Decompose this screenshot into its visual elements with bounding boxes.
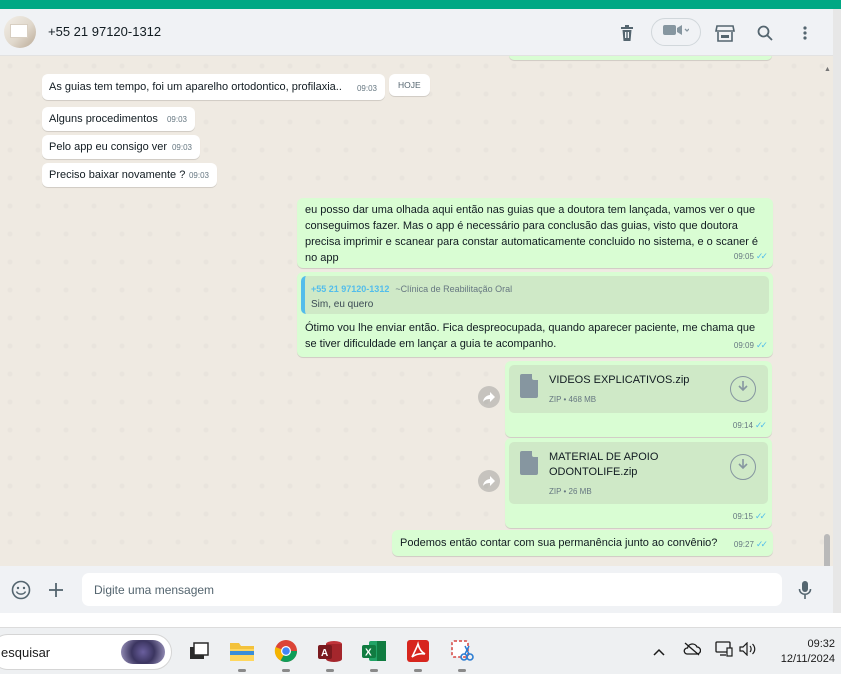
contact-name[interactable]: +55 21 97120-1312 [48,24,161,39]
whatsapp-app: +55 21 97120-1312 As guias tem tempo, fo… [0,9,833,613]
document-icon [520,374,538,398]
message-bubble-incoming[interactable]: As guias tem tempo, foi um aparelho orto… [42,74,385,100]
acrobat-pdf-icon[interactable] [405,638,431,672]
file-name: VIDEOS EXPLICATIVOS.zip [549,374,690,386]
message-bubble-outgoing-partial [509,56,772,60]
search-icon[interactable] [755,23,775,43]
message-time: 09:03 [188,171,209,180]
access-icon[interactable]: A [317,638,343,672]
window-accent-bar [0,0,841,9]
message-composer [0,566,833,613]
chrome-icon[interactable] [273,638,299,672]
message-text: Pelo app eu consigo ver [49,141,168,153]
svg-text:A: A [321,648,328,659]
clock-date: 12/11/2024 [780,653,835,665]
message-input[interactable] [82,573,782,606]
message-text: Ótimo vou lhe enviar então. Fica despreo… [305,322,756,350]
message-bubble-incoming[interactable]: Alguns procedimentos 09:03 [42,107,195,131]
taskbar-search-box[interactable]: esquisar [0,634,172,670]
trash-icon[interactable] [617,23,637,43]
file-meta: ZIP • 468 MB [549,395,597,404]
file-message-bubble[interactable]: VIDEOS EXPLICATIVOS.zip ZIP • 468 MB 09:… [505,361,772,437]
read-ticks-icon: ✓✓ [754,420,767,430]
onedrive-offline-icon[interactable] [683,642,702,659]
clock-time: 09:32 [807,638,835,650]
windows-taskbar: esquisar A X 09:32 12/11/2024 [0,627,841,674]
quoted-sender: +55 21 97120-1312 ~Clínica de Reabilitaçã… [311,284,513,294]
message-time: 09:15 ✓✓ [732,511,767,521]
message-time: 09:05 ✓✓ [733,251,768,261]
message-bubble-outgoing-reply[interactable]: +55 21 97120-1312 ~Clínica de Reabilitaçã… [297,272,773,357]
message-text: Alguns procedimentos [49,113,158,125]
read-ticks-icon: ✓✓ [754,511,767,521]
taskbar-search-text: esquisar [1,645,51,660]
contact-avatar[interactable] [4,16,36,48]
emoji-icon[interactable] [10,579,32,601]
message-text: Preciso baixar novamente ? [49,169,186,181]
tray-chevron-up-icon[interactable] [653,644,665,659]
download-button[interactable] [730,376,756,402]
message-list-scrollbar[interactable] [824,534,830,566]
search-highlight-image [121,640,165,664]
file-card[interactable]: VIDEOS EXPLICATIVOS.zip ZIP • 468 MB [509,365,768,413]
file-meta: ZIP • 26 MB [549,487,592,496]
message-time: 09:03 [166,115,187,124]
file-card[interactable]: MATERIAL DE APOIO ODONTOLIFE.zip ZIP • 26… [509,442,768,504]
network-icon[interactable] [715,641,733,660]
read-ticks-icon: ✓✓ [755,539,768,549]
svg-text:X: X [365,648,372,659]
download-icon [738,381,748,397]
attach-plus-icon[interactable] [45,579,67,601]
quoted-message[interactable]: +55 21 97120-1312 ~Clínica de Reabilitaçã… [301,276,769,314]
message-time: 09:27 ✓✓ [733,539,768,549]
message-text: Podemos então contar com sua permanência… [400,537,718,549]
download-icon [738,459,748,475]
forward-icon[interactable] [478,470,500,492]
video-call-button[interactable] [651,18,701,46]
microphone-icon[interactable] [794,579,816,601]
video-camera-icon [663,23,690,41]
message-time: 09:14 ✓✓ [732,420,767,430]
window-edge [833,9,841,613]
system-clock[interactable]: 09:32 12/11/2024 [781,637,835,667]
message-time: 09:09 ✓✓ [733,340,768,350]
message-list[interactable]: As guias tem tempo, foi um aparelho orto… [0,56,833,566]
file-message-bubble[interactable]: MATERIAL DE APOIO ODONTOLIFE.zip ZIP • 26… [505,438,772,528]
menu-dots-icon[interactable] [795,23,815,43]
message-time: 09:03 [356,84,377,93]
file-name: MATERIAL DE APOIO ODONTOLIFE.zip [549,451,659,478]
message-bubble-incoming[interactable]: Pelo app eu consigo ver 09:03 [42,135,200,159]
task-view-icon[interactable] [186,638,212,664]
message-text: As guias tem tempo, foi um aparelho orto… [49,81,342,93]
message-bubble-outgoing[interactable]: Podemos então contar com sua permanência… [392,530,773,556]
document-icon [520,451,538,475]
message-text: eu posso dar uma olhada aqui então nas g… [305,204,759,264]
download-button[interactable] [730,454,756,480]
storefront-icon[interactable] [715,23,735,43]
quoted-text: Sim, eu quero [311,299,374,310]
day-separator: HOJE [389,74,430,96]
excel-icon[interactable]: X [361,638,387,672]
file-explorer-icon[interactable] [229,638,255,672]
message-bubble-incoming[interactable]: Preciso baixar novamente ? 09:03 [42,163,217,187]
forward-icon[interactable] [478,386,500,408]
read-ticks-icon: ✓✓ [755,251,768,261]
chat-header: +55 21 97120-1312 [0,9,833,56]
message-time: 09:03 [171,143,192,152]
snipping-tool-icon[interactable] [449,638,475,672]
message-bubble-outgoing[interactable]: eu posso dar uma olhada aqui então nas g… [297,198,773,268]
speaker-volume-icon[interactable] [739,641,757,659]
read-ticks-icon: ✓✓ [755,340,768,350]
scroll-up-arrow-icon[interactable]: ▲ [824,66,831,73]
